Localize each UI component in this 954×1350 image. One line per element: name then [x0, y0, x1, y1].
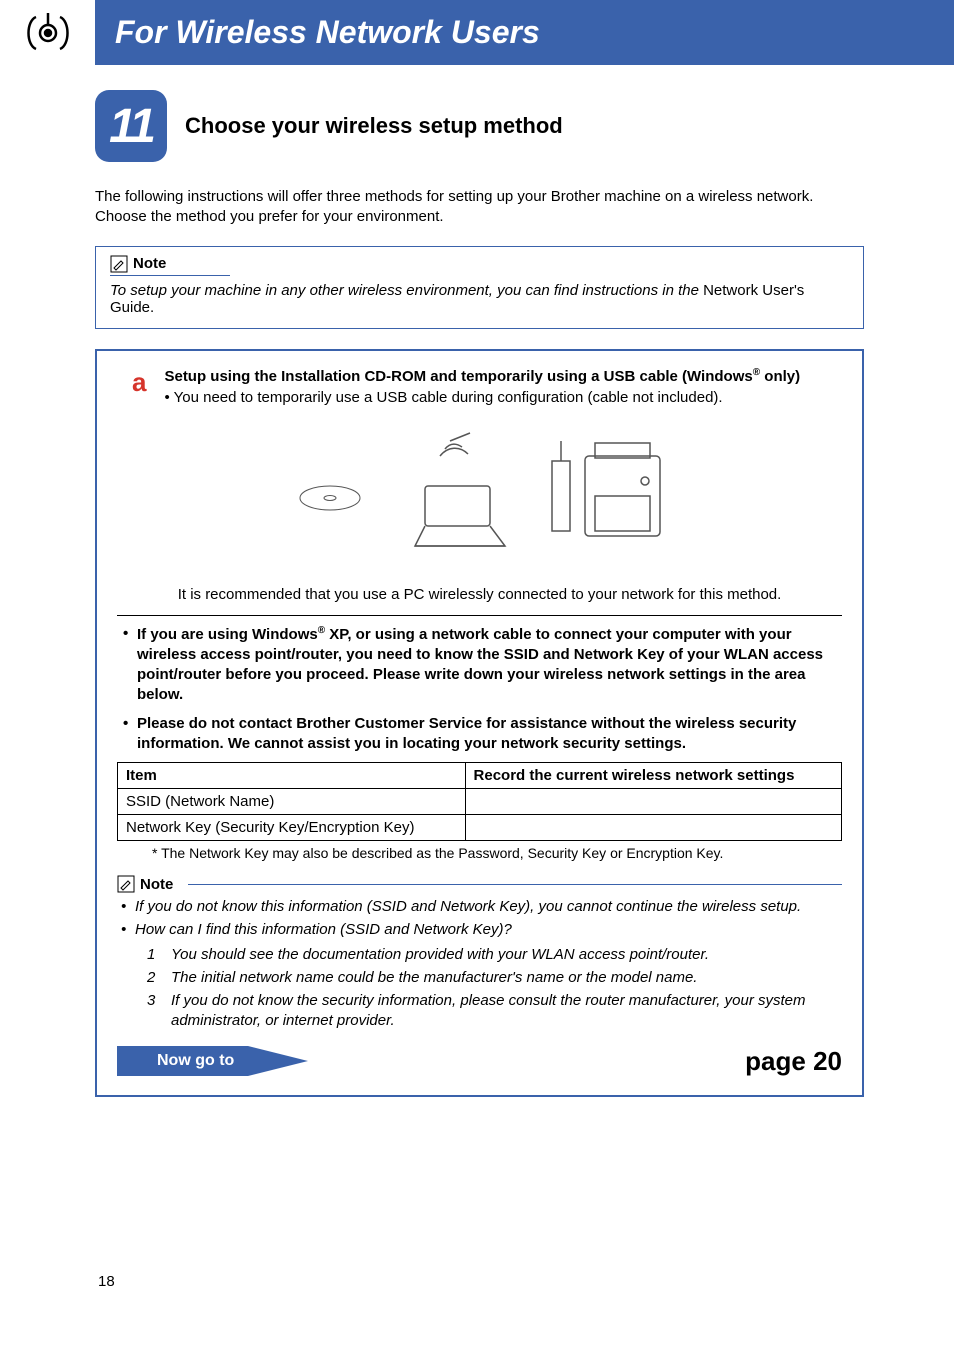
- top-note-box: Note To setup your machine in any other …: [95, 246, 864, 329]
- note-label: Note: [110, 255, 230, 276]
- table-cell-key-value[interactable]: [465, 815, 841, 841]
- table-header-record: Record the current wireless network sett…: [465, 763, 841, 789]
- wireless-signal-icon: [16, 11, 80, 55]
- pencil-note-icon: [117, 875, 135, 893]
- divider-line: [188, 884, 842, 885]
- option-title: Setup using the Installation CD-ROM and …: [164, 367, 842, 385]
- step-number: 11: [109, 99, 153, 154]
- warning-item-2: Please do not contact Brother Customer S…: [137, 714, 842, 755]
- table-footnote: * The Network Key may also be described …: [152, 845, 842, 861]
- printer-router-icon: [550, 431, 670, 561]
- warning-section: If you are using Windows® XP, or using a…: [117, 615, 842, 1077]
- inner-note-li2: How can I find this information (SSID an…: [135, 920, 842, 1031]
- setup-diagram: [117, 411, 842, 581]
- inner-ol-2: 2The initial network name could be the m…: [147, 968, 842, 988]
- inner-note-label: Note: [117, 875, 842, 893]
- option-letter: a: [132, 367, 146, 395]
- table-row: Network Key (Security Key/Encryption Key…: [118, 815, 842, 841]
- table-cell-ssid-value[interactable]: [465, 789, 841, 815]
- recommend-text: It is recommended that you use a PC wire…: [117, 586, 842, 603]
- option-subtext: You need to temporarily use a USB cable …: [164, 389, 842, 406]
- page-header: For Wireless Network Users: [0, 0, 954, 65]
- goto-page: page 20: [745, 1046, 842, 1077]
- step-number-badge: 11: [95, 90, 167, 162]
- laptop-wireless-icon: [400, 431, 520, 561]
- cd-icon: [290, 456, 370, 536]
- arrow-tip-icon: [248, 1046, 308, 1076]
- table-row: SSID (Network Name): [118, 789, 842, 815]
- table-cell-key: Network Key (Security Key/Encryption Key…: [118, 815, 466, 841]
- inner-note-li1: If you do not know this information (SSI…: [135, 897, 842, 917]
- table-cell-ssid: SSID (Network Name): [118, 789, 466, 815]
- option-a-box: a Setup using the Installation CD-ROM an…: [95, 349, 864, 1097]
- goto-arrow: Now go to: [117, 1046, 308, 1076]
- page-number: 18: [98, 1273, 115, 1290]
- note-label-text: Note: [133, 255, 166, 272]
- inner-ol-1: 1You should see the documentation provid…: [147, 945, 842, 965]
- inner-note-box: Note If you do not know this information…: [117, 875, 842, 1032]
- goto-row: Now go to page 20: [117, 1046, 842, 1077]
- table-header-item: Item: [118, 763, 466, 789]
- note-text: To setup your machine in any other wirel…: [110, 282, 849, 316]
- pencil-note-icon: [110, 255, 128, 273]
- inner-ol-3: 3If you do not know the security informa…: [147, 991, 842, 1032]
- header-icon-container: [0, 0, 95, 65]
- intro-text: The following instructions will offer th…: [95, 187, 864, 228]
- step-header: 11 Choose your wireless setup method: [95, 90, 864, 162]
- settings-table: Item Record the current wireless network…: [117, 762, 842, 841]
- warning-item-1: If you are using Windows® XP, or using a…: [137, 624, 842, 706]
- step-title: Choose your wireless setup method: [185, 113, 563, 139]
- goto-label: Now go to: [117, 1046, 248, 1076]
- header-title: For Wireless Network Users: [95, 14, 540, 51]
